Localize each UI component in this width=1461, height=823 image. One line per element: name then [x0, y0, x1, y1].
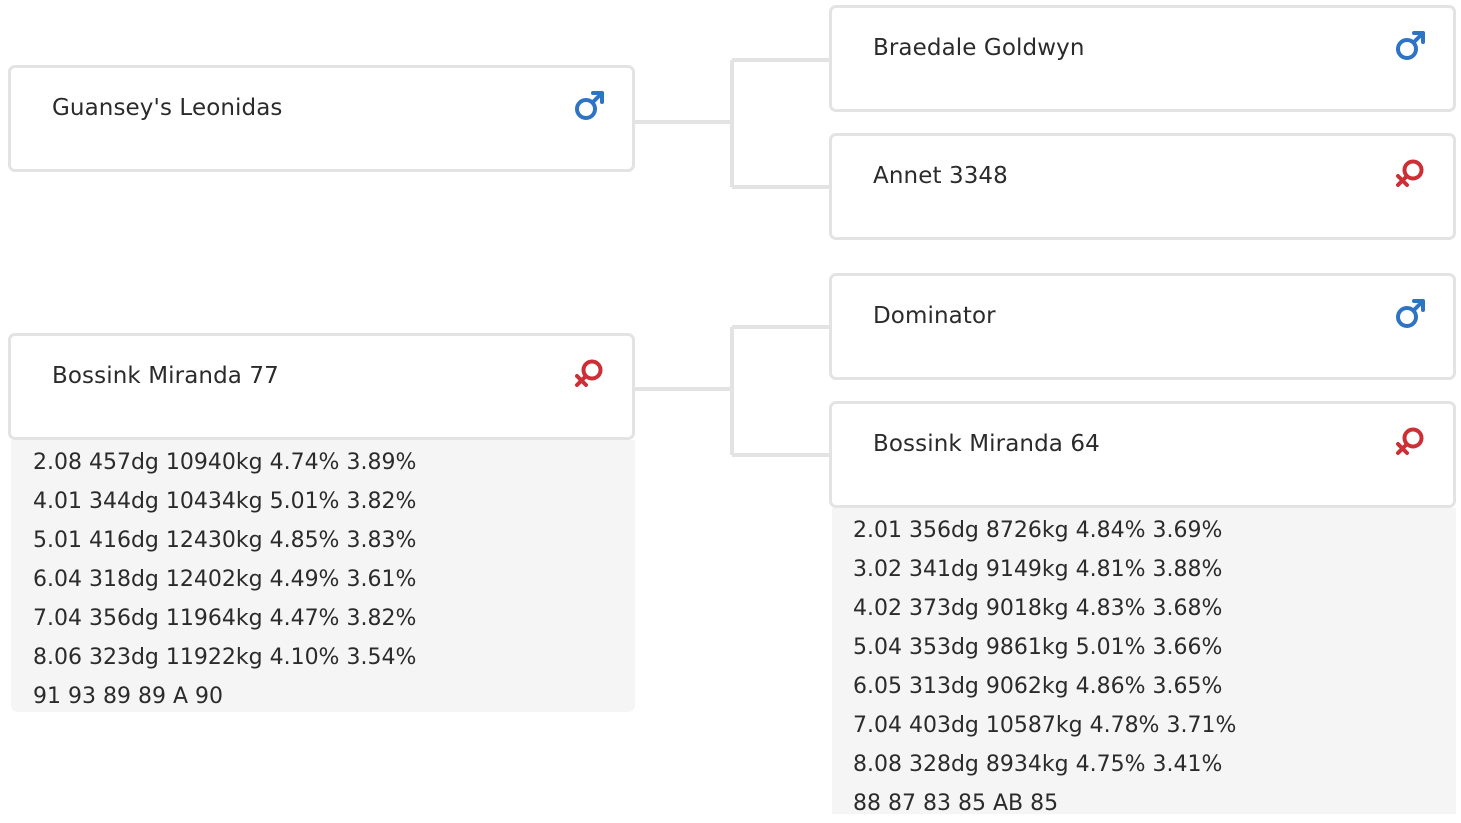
- paternal-grandsire-card[interactable]: Braedale Goldwyn: [829, 5, 1456, 112]
- stats-line: 8.06 323dg 11922kg 4.10% 3.54%: [33, 645, 417, 670]
- stats-line: 4.01 344dg 10434kg 5.01% 3.82%: [33, 489, 417, 514]
- male-symbol-icon: [575, 91, 604, 120]
- maternal-granddam-card[interactable]: Bossink Miranda 64: [829, 401, 1456, 508]
- stats-line: 6.05 313dg 9062kg 4.86% 3.65%: [853, 674, 1223, 699]
- stats-line: 88 87 83 85 AB 85: [853, 791, 1059, 816]
- female-symbol-icon: [1396, 427, 1424, 455]
- paternal-granddam-card[interactable]: Annet 3348: [829, 133, 1456, 240]
- male-symbol-icon: [1396, 31, 1425, 60]
- stats-line: 8.08 328dg 8934kg 4.75% 3.41%: [853, 752, 1223, 777]
- animal-name: Dominator: [873, 303, 996, 329]
- female-symbol-icon: [1396, 159, 1424, 187]
- stats-line: 7.04 403dg 10587kg 4.78% 3.71%: [853, 713, 1237, 738]
- dam-card[interactable]: Bossink Miranda 77: [8, 333, 635, 440]
- animal-name: Guansey's Leonidas: [52, 95, 283, 121]
- stats-line: 4.02 373dg 9018kg 4.83% 3.68%: [853, 596, 1223, 621]
- stats-line: 5.04 353dg 9861kg 5.01% 3.66%: [853, 635, 1223, 660]
- stats-line: 7.04 356dg 11964kg 4.47% 3.82%: [33, 606, 417, 631]
- stats-line: 3.02 341dg 9149kg 4.81% 3.88%: [853, 557, 1223, 582]
- animal-name: Bossink Miranda 77: [52, 363, 279, 389]
- animal-name: Bossink Miranda 64: [873, 431, 1100, 457]
- sire-card[interactable]: Guansey's Leonidas: [8, 65, 635, 172]
- granddam-lactation-stats: 2.01 356dg 8726kg 4.84% 3.69% 3.02 341dg…: [832, 508, 1456, 816]
- animal-name: Braedale Goldwyn: [873, 35, 1085, 61]
- stats-line: 2.01 356dg 8726kg 4.84% 3.69%: [853, 518, 1223, 543]
- dam-lactation-stats: 2.08 457dg 10940kg 4.74% 3.89% 4.01 344d…: [11, 440, 635, 712]
- stats-line: 91 93 89 89 A 90: [33, 684, 223, 709]
- maternal-grandsire-card[interactable]: Dominator: [829, 273, 1456, 380]
- animal-name: Annet 3348: [873, 163, 1008, 189]
- male-symbol-icon: [1396, 299, 1425, 328]
- stats-line: 5.01 416dg 12430kg 4.85% 3.83%: [33, 528, 417, 553]
- stats-line: 6.04 318dg 12402kg 4.49% 3.61%: [33, 567, 417, 592]
- female-symbol-icon: [575, 359, 603, 387]
- stats-line: 2.08 457dg 10940kg 4.74% 3.89%: [33, 450, 417, 475]
